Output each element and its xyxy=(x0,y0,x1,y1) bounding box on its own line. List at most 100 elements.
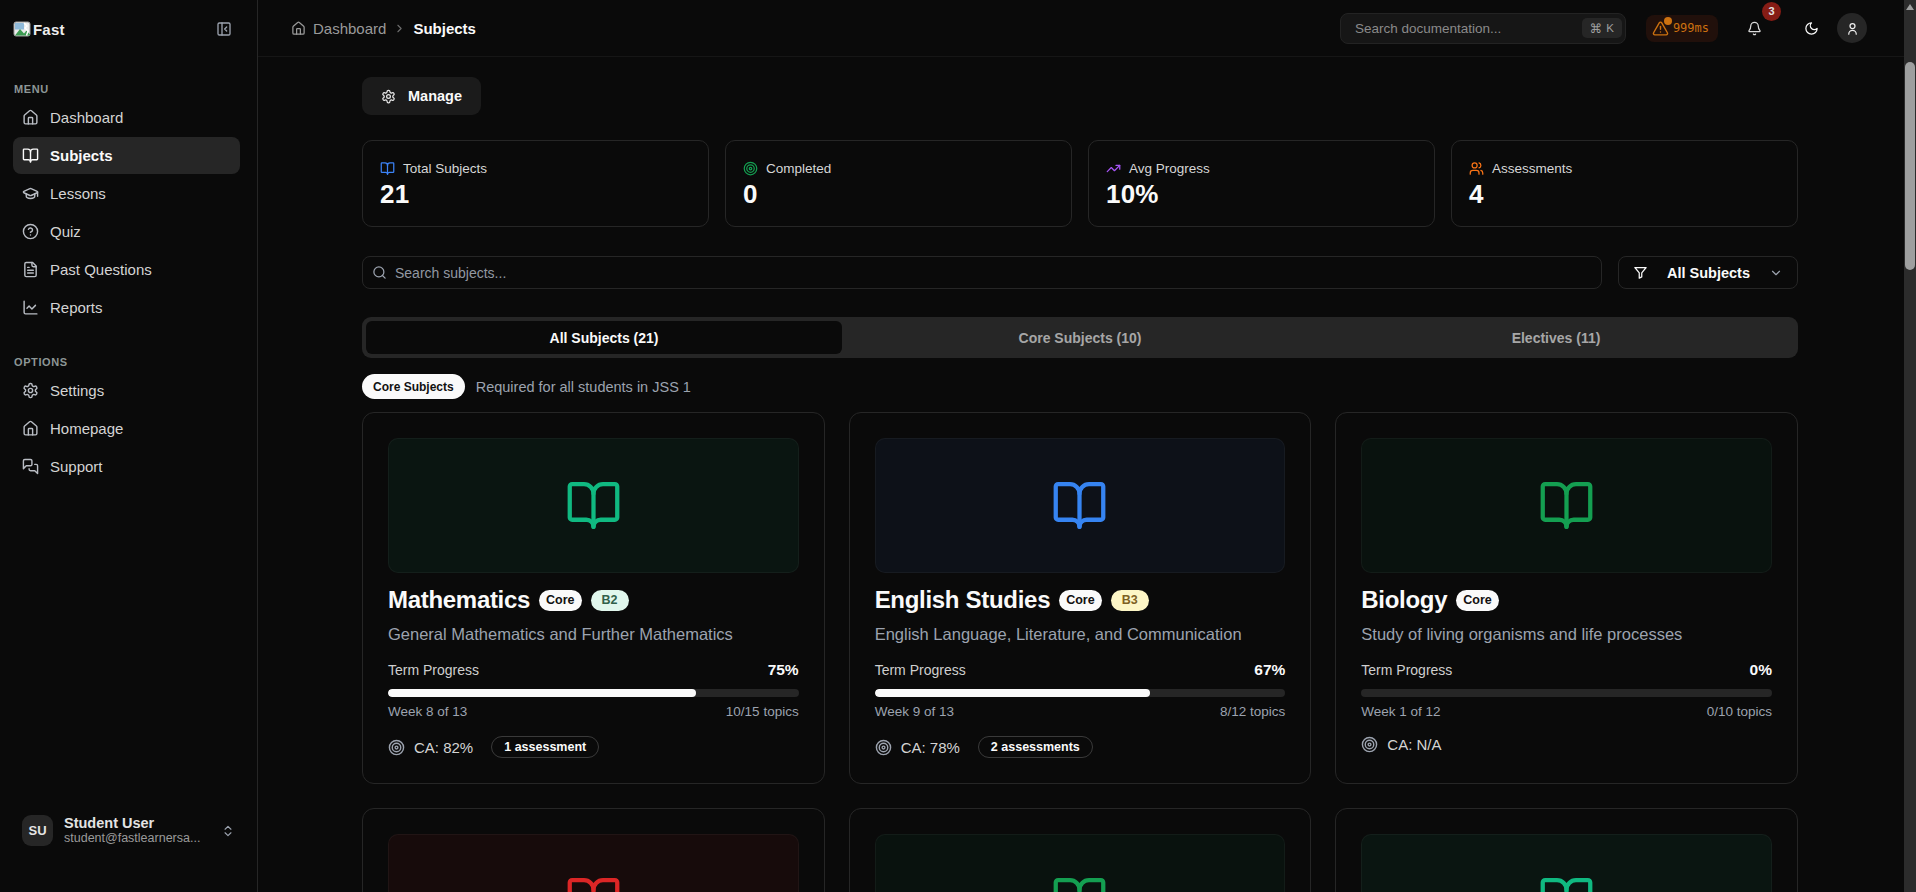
progress-percent: 67% xyxy=(1254,661,1285,679)
subject-filter-dropdown[interactable]: All Subjects xyxy=(1618,256,1798,289)
sidebar-item-subjects[interactable]: Subjects xyxy=(13,137,240,174)
sidebar-item-label: Lessons xyxy=(50,185,106,202)
topics-text: 10/15 topics xyxy=(726,704,799,719)
progress-percent: 0% xyxy=(1750,661,1772,679)
doc-search-input[interactable]: Search documentation... ⌘K xyxy=(1340,13,1626,44)
ca-score: CA: 78% xyxy=(901,739,960,756)
header: Dashboard Subjects Search documentation.… xyxy=(258,0,1916,57)
scrollbar-thumb[interactable] xyxy=(1905,62,1915,270)
subject-description: Study of living organisms and life proce… xyxy=(1361,624,1772,644)
sidebar-item-label: Quiz xyxy=(50,223,81,240)
level-badge: B3 xyxy=(1111,590,1149,611)
target-icon xyxy=(388,739,405,756)
sidebar-item-label: Reports xyxy=(50,299,103,316)
book-open-icon xyxy=(22,147,39,164)
assessments-badge: 1 assessment xyxy=(491,736,599,758)
chart-line-icon xyxy=(22,299,39,316)
app-logo[interactable]: Fast xyxy=(13,21,65,38)
sidebar-item-label: Subjects xyxy=(50,147,113,164)
tab-electives-11-[interactable]: Electives (11) xyxy=(1318,321,1794,354)
level-badge: B2 xyxy=(591,590,629,611)
notifications-button[interactable]: 3 xyxy=(1747,21,1762,36)
book-open-icon xyxy=(565,477,622,534)
circle-help-icon xyxy=(22,223,39,240)
chevrons-up-down-icon xyxy=(221,824,235,838)
gear-icon xyxy=(381,89,396,104)
doc-search-placeholder: Search documentation... xyxy=(1355,21,1582,36)
latency-value: 999ms xyxy=(1673,21,1709,35)
subject-icon-area xyxy=(1361,834,1772,892)
house-icon xyxy=(22,420,39,437)
scrollbar[interactable] xyxy=(1904,0,1916,892)
book-open-icon xyxy=(1051,873,1108,892)
assessments-badge: 2 assessments xyxy=(978,736,1093,758)
sidebar: Fast MENU DashboardSubjectsLessonsQuizPa… xyxy=(0,0,258,892)
sidebar-item-label: Settings xyxy=(50,382,104,399)
sidebar-item-support[interactable]: Support xyxy=(13,448,240,485)
stat-label: Assessments xyxy=(1492,161,1572,176)
sidebar-item-reports[interactable]: Reports xyxy=(13,289,240,326)
topics-text: 0/10 topics xyxy=(1707,704,1772,719)
subject-search-placeholder: Search subjects... xyxy=(395,265,506,281)
stat-value: 10% xyxy=(1106,179,1417,210)
subject-title: Biology xyxy=(1361,586,1447,614)
sidebar-item-dashboard[interactable]: Dashboard xyxy=(13,99,240,136)
sidebar-item-homepage[interactable]: Homepage xyxy=(13,410,240,447)
subject-search-input[interactable]: Search subjects... xyxy=(362,256,1602,289)
subject-description: General Mathematics and Further Mathemat… xyxy=(388,624,799,644)
book-open-icon xyxy=(1051,477,1108,534)
sidebar-item-settings[interactable]: Settings xyxy=(13,372,240,409)
tabs: All Subjects (21)Core Subjects (10)Elect… xyxy=(362,317,1798,358)
subject-card-biology[interactable]: Biology Core Study of living organisms and… xyxy=(1335,412,1798,784)
core-badge: Core xyxy=(1456,590,1498,611)
latency-badge[interactable]: 999ms xyxy=(1646,15,1718,42)
house-icon xyxy=(22,109,39,126)
user-name: Student User xyxy=(64,815,217,831)
sidebar-item-label: Support xyxy=(50,458,103,475)
tab-all-subjects-21-[interactable]: All Subjects (21) xyxy=(366,321,842,354)
core-badge: Core xyxy=(1059,590,1101,611)
sidebar-item-quiz[interactable]: Quiz xyxy=(13,213,240,250)
target-icon xyxy=(1361,736,1378,753)
subject-card[interactable] xyxy=(362,808,825,892)
kbd-shortcut: ⌘K xyxy=(1582,18,1622,38)
subject-card-english-studies[interactable]: English StudiesCoreB3English Language, L… xyxy=(849,412,1312,784)
sidebar-item-past-questions[interactable]: Past Questions xyxy=(13,251,240,288)
subject-card[interactable] xyxy=(1335,808,1798,892)
subject-icon-area xyxy=(388,438,799,573)
subject-card[interactable] xyxy=(849,808,1312,892)
week-text: Week 8 of 13 xyxy=(388,704,467,719)
sidebar-collapse-icon[interactable] xyxy=(216,21,232,37)
sidebar-menu: Dashboard Subjects Lessons Quiz Past Questio… xyxy=(0,99,257,326)
subjects-grid: MathematicsCoreB2General Mathematics and… xyxy=(362,412,1798,892)
sidebar-item-lessons[interactable]: Lessons xyxy=(13,175,240,212)
sidebar-user[interactable]: SU Student User student@fastlearnersa... xyxy=(0,807,257,854)
subject-card-mathematics[interactable]: MathematicsCoreB2General Mathematics and… xyxy=(362,412,825,784)
progress-bar xyxy=(875,689,1286,697)
main-area: Dashboard Subjects Search documentation.… xyxy=(258,0,1916,892)
manage-button[interactable]: Manage xyxy=(362,77,481,115)
book-open-icon xyxy=(1538,873,1595,892)
progress-fill xyxy=(388,689,696,697)
book-open-icon xyxy=(380,161,395,176)
sidebar-options-label: OPTIONS xyxy=(0,355,257,369)
warning-dot xyxy=(1664,17,1672,25)
user-email: student@fastlearnersa... xyxy=(64,831,217,846)
notification-count-badge: 3 xyxy=(1762,2,1781,21)
target-icon xyxy=(743,161,758,176)
subject-icon-area xyxy=(875,834,1286,892)
content: Manage Total Subjects21Completed0Avg Pro… xyxy=(258,57,1916,892)
home-icon[interactable] xyxy=(291,21,306,36)
stat-label: Avg Progress xyxy=(1129,161,1210,176)
progress-bar xyxy=(388,689,799,697)
messages-icon xyxy=(22,458,39,475)
book-open-icon xyxy=(565,873,622,892)
section-note-text: Required for all students in JSS 1 xyxy=(476,379,691,395)
subject-icon-area xyxy=(1361,438,1772,573)
scrollbar-up-arrow[interactable] xyxy=(1906,4,1914,10)
header-avatar[interactable] xyxy=(1837,13,1867,43)
tab-core-subjects-10-[interactable]: Core Subjects (10) xyxy=(842,321,1318,354)
breadcrumb-dashboard[interactable]: Dashboard xyxy=(313,20,386,37)
dark-mode-toggle[interactable] xyxy=(1804,21,1819,36)
subject-icon-area xyxy=(875,438,1286,573)
